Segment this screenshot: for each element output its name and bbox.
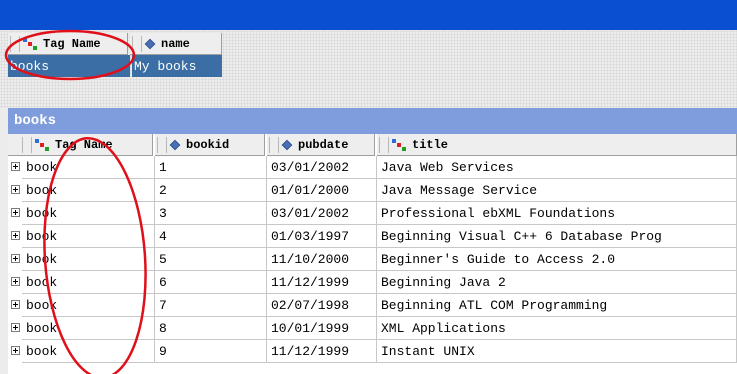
cell-bookid[interactable]: 2	[155, 179, 267, 202]
cell-tag-name[interactable]: book	[22, 179, 155, 202]
cell-bookid[interactable]: 8	[155, 317, 267, 340]
table-row[interactable]: book 7 02/07/1998 Beginning ATL COM Program…	[8, 294, 737, 317]
cell-tag-name[interactable]: book	[22, 340, 155, 363]
table-row[interactable]: book 8 10/01/1999 XML Applications	[8, 317, 737, 340]
expand-icon[interactable]	[11, 162, 20, 171]
column-label: pubdate	[298, 137, 349, 152]
cell-text: My books	[134, 58, 197, 74]
expand-icon[interactable]	[11, 277, 20, 286]
cell-text: books	[10, 58, 50, 74]
cell-pubdate[interactable]: 03/01/2002	[267, 156, 377, 179]
attribute-icon	[169, 139, 181, 150]
left-gutter	[0, 108, 8, 374]
cell-tag-name[interactable]: book	[22, 248, 155, 271]
tag-icon	[35, 138, 51, 151]
cell-title[interactable]: Java Web Services	[377, 156, 737, 179]
root-row-tag-cell[interactable]: books	[8, 55, 130, 77]
cell-title[interactable]: Professional ebXML Foundations	[377, 202, 737, 225]
table-row[interactable]: book 3 03/01/2002 Professional ebXML Founda…	[8, 202, 737, 225]
column-grip[interactable]	[22, 136, 32, 153]
root-row-name-cell[interactable]: My books	[132, 55, 222, 77]
cell-bookid[interactable]: 5	[155, 248, 267, 271]
cell-pubdate[interactable]: 11/10/2000	[267, 248, 377, 271]
table-row[interactable]: book 5 11/10/2000 Beginner's Guide to Acces…	[8, 248, 737, 271]
tag-icon	[392, 138, 408, 151]
cell-pubdate[interactable]: 01/03/1997	[267, 225, 377, 248]
table-row[interactable]: book 9 11/12/1999 Instant UNIX	[8, 340, 737, 363]
cell-pubdate[interactable]: 11/12/1999	[267, 340, 377, 363]
column-grip[interactable]	[157, 136, 167, 153]
cell-pubdate[interactable]: 03/01/2002	[267, 202, 377, 225]
table-row[interactable]: book 2 01/01/2000 Java Message Service	[8, 179, 737, 202]
cell-bookid[interactable]: 7	[155, 294, 267, 317]
cell-tag-name[interactable]: book	[22, 294, 155, 317]
cell-tag-name[interactable]: book	[22, 317, 155, 340]
expand-icon[interactable]	[11, 346, 20, 355]
root-column-header-name[interactable]: name	[130, 33, 222, 55]
cell-title[interactable]: Java Message Service	[377, 179, 737, 202]
cell-title[interactable]: Beginner's Guide to Access 2.0	[377, 248, 737, 271]
cell-title[interactable]: Instant UNIX	[377, 340, 737, 363]
expand-icon[interactable]	[11, 323, 20, 332]
cell-bookid[interactable]: 1	[155, 156, 267, 179]
section-header-books[interactable]: books	[8, 108, 737, 134]
cell-tag-name[interactable]: book	[22, 156, 155, 179]
column-label: title	[412, 137, 449, 152]
cell-bookid[interactable]: 3	[155, 202, 267, 225]
cell-pubdate[interactable]: 02/07/1998	[267, 294, 377, 317]
cell-bookid[interactable]: 9	[155, 340, 267, 363]
expand-icon[interactable]	[11, 231, 20, 240]
table-row[interactable]: book 6 11/12/1999 Beginning Java 2	[8, 271, 737, 294]
column-label: Tag Name	[55, 137, 113, 152]
column-header-title[interactable]: title	[377, 134, 737, 156]
column-grip[interactable]	[269, 136, 279, 153]
cell-tag-name[interactable]: book	[22, 271, 155, 294]
expand-icon[interactable]	[11, 300, 20, 309]
attribute-icon	[281, 139, 293, 150]
column-label: bookid	[186, 137, 230, 152]
expand-icon[interactable]	[11, 254, 20, 263]
column-label: name	[161, 36, 190, 51]
column-header-bookid[interactable]: bookid	[155, 134, 265, 156]
window-titlebar	[0, 0, 737, 30]
cell-title[interactable]: Beginning ATL COM Programming	[377, 294, 737, 317]
column-header-tag-name[interactable]: Tag Name	[8, 134, 153, 156]
table-row[interactable]: book 4 01/03/1997 Beginning Visual C++ 6 Da…	[8, 225, 737, 248]
table-row[interactable]: book 1 03/01/2002 Java Web Services	[8, 156, 737, 179]
attribute-icon	[144, 38, 156, 49]
cell-tag-name[interactable]: book	[22, 202, 155, 225]
cell-title[interactable]: XML Applications	[377, 317, 737, 340]
column-label: Tag Name	[43, 36, 101, 51]
cell-pubdate[interactable]: 11/12/1999	[267, 271, 377, 294]
section-title: books	[14, 113, 57, 129]
column-grip[interactable]	[132, 35, 142, 52]
column-header-pubdate[interactable]: pubdate	[267, 134, 375, 156]
cell-title[interactable]: Beginning Java 2	[377, 271, 737, 294]
root-table-area: Tag Name name books My books	[0, 30, 737, 108]
cell-tag-name[interactable]: book	[22, 225, 155, 248]
column-grip[interactable]	[10, 35, 20, 52]
cell-title[interactable]: Beginning Visual C++ 6 Database Prog	[377, 225, 737, 248]
cell-pubdate[interactable]: 10/01/1999	[267, 317, 377, 340]
root-column-header-tag-name[interactable]: Tag Name	[8, 33, 128, 55]
column-grip[interactable]	[379, 136, 389, 153]
tag-icon	[23, 37, 39, 50]
expand-icon[interactable]	[11, 208, 20, 217]
cell-bookid[interactable]: 6	[155, 271, 267, 294]
cell-bookid[interactable]: 4	[155, 225, 267, 248]
expand-icon[interactable]	[11, 185, 20, 194]
cell-pubdate[interactable]: 01/01/2000	[267, 179, 377, 202]
